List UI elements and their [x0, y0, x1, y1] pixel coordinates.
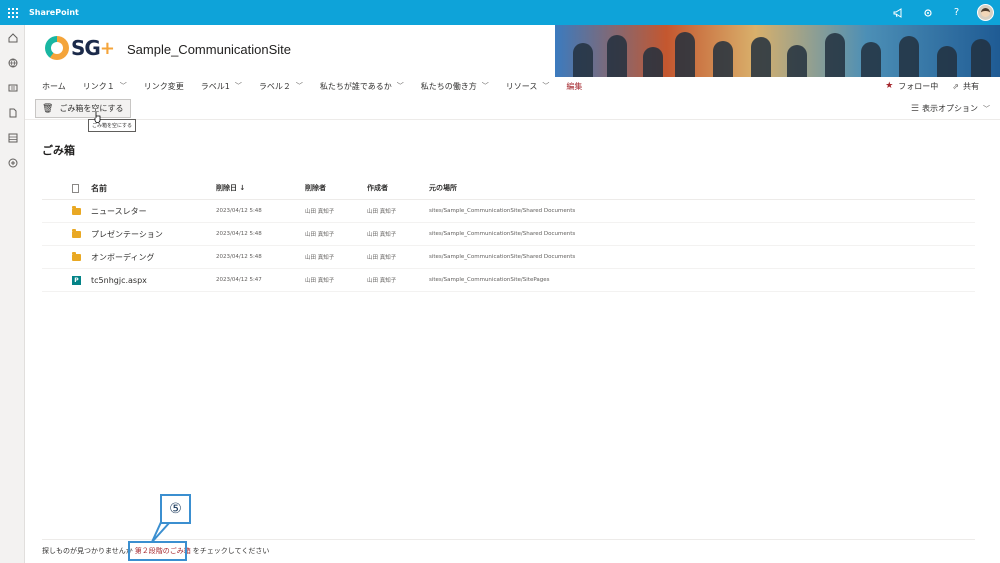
- column-name[interactable]: 名前: [91, 183, 216, 194]
- chevron-down-icon: ﹀: [234, 82, 242, 90]
- row-name[interactable]: オンボーディング: [91, 252, 216, 263]
- row-name[interactable]: プレゼンテーション: [91, 229, 216, 240]
- row-location: sites/Sample_CommunicationSite/Shared Do…: [429, 231, 576, 237]
- footer-prefix: 探しものが見つかりませんか: [42, 547, 133, 555]
- nav-edit-link[interactable]: 編集: [558, 76, 591, 96]
- create-icon[interactable]: [0, 150, 25, 175]
- row-author: 山田 真知子: [367, 255, 397, 261]
- trash-icon: 🗑: [42, 103, 54, 114]
- app-title[interactable]: SharePoint: [29, 8, 79, 17]
- header-banner-image: [555, 25, 1000, 77]
- row-deleted-by: 山田 真知子: [305, 278, 335, 284]
- row-location: sites/Sample_CommunicationSite/SitePages: [429, 277, 550, 283]
- row-deleted: 2023/04/12 5:47: [216, 277, 262, 283]
- share-label: 共有: [963, 81, 979, 91]
- nav-item-link-change[interactable]: リンク変更: [136, 76, 193, 96]
- logo-text: SG: [71, 36, 101, 60]
- logo-plus: +: [99, 37, 115, 59]
- nav-item-how-we-work[interactable]: 私たちの働き方 ﹀: [413, 76, 498, 96]
- site-logo[interactable]: SG +: [45, 36, 115, 60]
- suite-bar: SharePoint ?: [0, 0, 1000, 25]
- column-deleted-by[interactable]: 削除者: [305, 183, 367, 193]
- row-author: 山田 真知子: [367, 278, 397, 284]
- row-name[interactable]: tc5nhgjc.aspx: [91, 276, 216, 285]
- nav-item-label2[interactable]: ラベル２ ﹀: [251, 76, 312, 96]
- row-name[interactable]: ニュースレター: [91, 206, 216, 217]
- chevron-down-icon: ﹀: [542, 82, 550, 90]
- avatar[interactable]: [977, 4, 994, 21]
- document-icon[interactable]: [0, 100, 25, 125]
- table-row[interactable]: P tc5nhgjc.aspx 2023/04/12 5:47 山田 真知子 山…: [42, 269, 975, 292]
- row-deleted: 2023/04/12 5:48: [216, 254, 262, 260]
- nav-item-resources[interactable]: リソース ﹀: [498, 76, 559, 96]
- row-deleted: 2023/04/12 5:48: [216, 231, 262, 237]
- command-bar: 🗑 ごみ箱を空にする ☰ 表示オプション ﹀: [25, 97, 1000, 120]
- share-icon: ⇗: [952, 81, 959, 91]
- folder-icon: [72, 228, 81, 238]
- annotation-badge: ⑤: [160, 494, 191, 524]
- recycle-bin-list: 名前 削除日 ↓ 削除者 作成者 元の場所 ニュースレター 2023/04/12…: [42, 177, 975, 292]
- help-icon[interactable]: ?: [942, 0, 971, 25]
- row-deleted-by: 山田 真知子: [305, 255, 335, 261]
- row-author: 山田 真知子: [367, 232, 397, 238]
- site-title[interactable]: Sample_CommunicationSite: [127, 42, 291, 57]
- chevron-down-icon: ﹀: [983, 104, 990, 113]
- folder-icon: [72, 205, 81, 215]
- folder-icon: [72, 251, 81, 261]
- site-page-icon: P: [72, 275, 81, 285]
- footer-suffix: をチェックしてください: [192, 547, 270, 555]
- row-author: 山田 真知子: [367, 209, 397, 215]
- logo-mark-icon: [45, 36, 69, 60]
- chevron-down-icon: ﹀: [396, 82, 404, 90]
- megaphone-icon[interactable]: [884, 0, 913, 25]
- empty-recycle-bin-button[interactable]: 🗑 ごみ箱を空にする: [35, 99, 131, 118]
- left-rail: [0, 25, 25, 563]
- nav-item-home[interactable]: ホーム: [25, 76, 75, 96]
- site-header: SG + Sample_CommunicationSite: [25, 25, 1000, 77]
- table-row[interactable]: ニュースレター 2023/04/12 5:48 山田 真知子 山田 真知子 si…: [42, 200, 975, 223]
- share-button[interactable]: ⇗ 共有: [952, 81, 979, 92]
- site-navigation: ホーム リンク１ ﹀ リンク変更 ラベル1 ﹀ ラベル２ ﹀ 私たちが誰であるか ﹀ 私…: [25, 76, 1000, 96]
- column-author[interactable]: 作成者: [367, 183, 429, 193]
- globe-icon[interactable]: [0, 50, 25, 75]
- view-options-label: 表示オプション: [922, 104, 978, 113]
- view-options-button[interactable]: ☰ 表示オプション ﹀: [911, 97, 990, 120]
- news-icon[interactable]: [0, 75, 25, 100]
- column-location[interactable]: 元の場所: [429, 183, 975, 193]
- list-icon[interactable]: [0, 125, 25, 150]
- empty-recycle-bin-label: ごみ箱を空にする: [59, 104, 124, 113]
- view-options-icon: ☰: [910, 103, 919, 114]
- chevron-down-icon: ﹀: [295, 82, 303, 90]
- chevron-down-icon: ﹀: [481, 82, 489, 90]
- annotation-highlight-box: [128, 541, 187, 561]
- follow-label: フォロー中: [898, 81, 939, 91]
- file-type-column-icon[interactable]: [42, 183, 91, 193]
- row-deleted-by: 山田 真知子: [305, 232, 335, 238]
- table-row[interactable]: オンボーディング 2023/04/12 5:48 山田 真知子 山田 真知子 s…: [42, 246, 975, 269]
- nav-item-who-we-are[interactable]: 私たちが誰であるか ﹀: [312, 76, 413, 96]
- column-deleted[interactable]: 削除日 ↓: [216, 183, 305, 193]
- nav-item-label1[interactable]: ラベル1 ﹀: [193, 76, 251, 96]
- chevron-down-icon: ﹀: [119, 82, 127, 90]
- row-deleted-by: 山田 真知子: [305, 209, 335, 215]
- table-row[interactable]: プレゼンテーション 2023/04/12 5:48 山田 真知子 山田 真知子 …: [42, 223, 975, 246]
- row-location: sites/Sample_CommunicationSite/Shared Do…: [429, 254, 576, 260]
- list-header: 名前 削除日 ↓ 削除者 作成者 元の場所: [42, 177, 975, 200]
- follow-button[interactable]: ★ フォロー中: [885, 81, 938, 92]
- home-icon[interactable]: [0, 25, 25, 50]
- nav-item-link1[interactable]: リンク１ ﹀: [75, 76, 136, 96]
- hand-cursor-icon: [94, 112, 101, 123]
- row-deleted: 2023/04/12 5:48: [216, 208, 262, 214]
- app-launcher-icon[interactable]: [0, 0, 25, 25]
- gear-icon[interactable]: [913, 0, 942, 25]
- star-icon: ★: [885, 81, 894, 91]
- page-title: ごみ箱: [42, 144, 75, 157]
- row-location: sites/Sample_CommunicationSite/Shared Do…: [429, 208, 576, 214]
